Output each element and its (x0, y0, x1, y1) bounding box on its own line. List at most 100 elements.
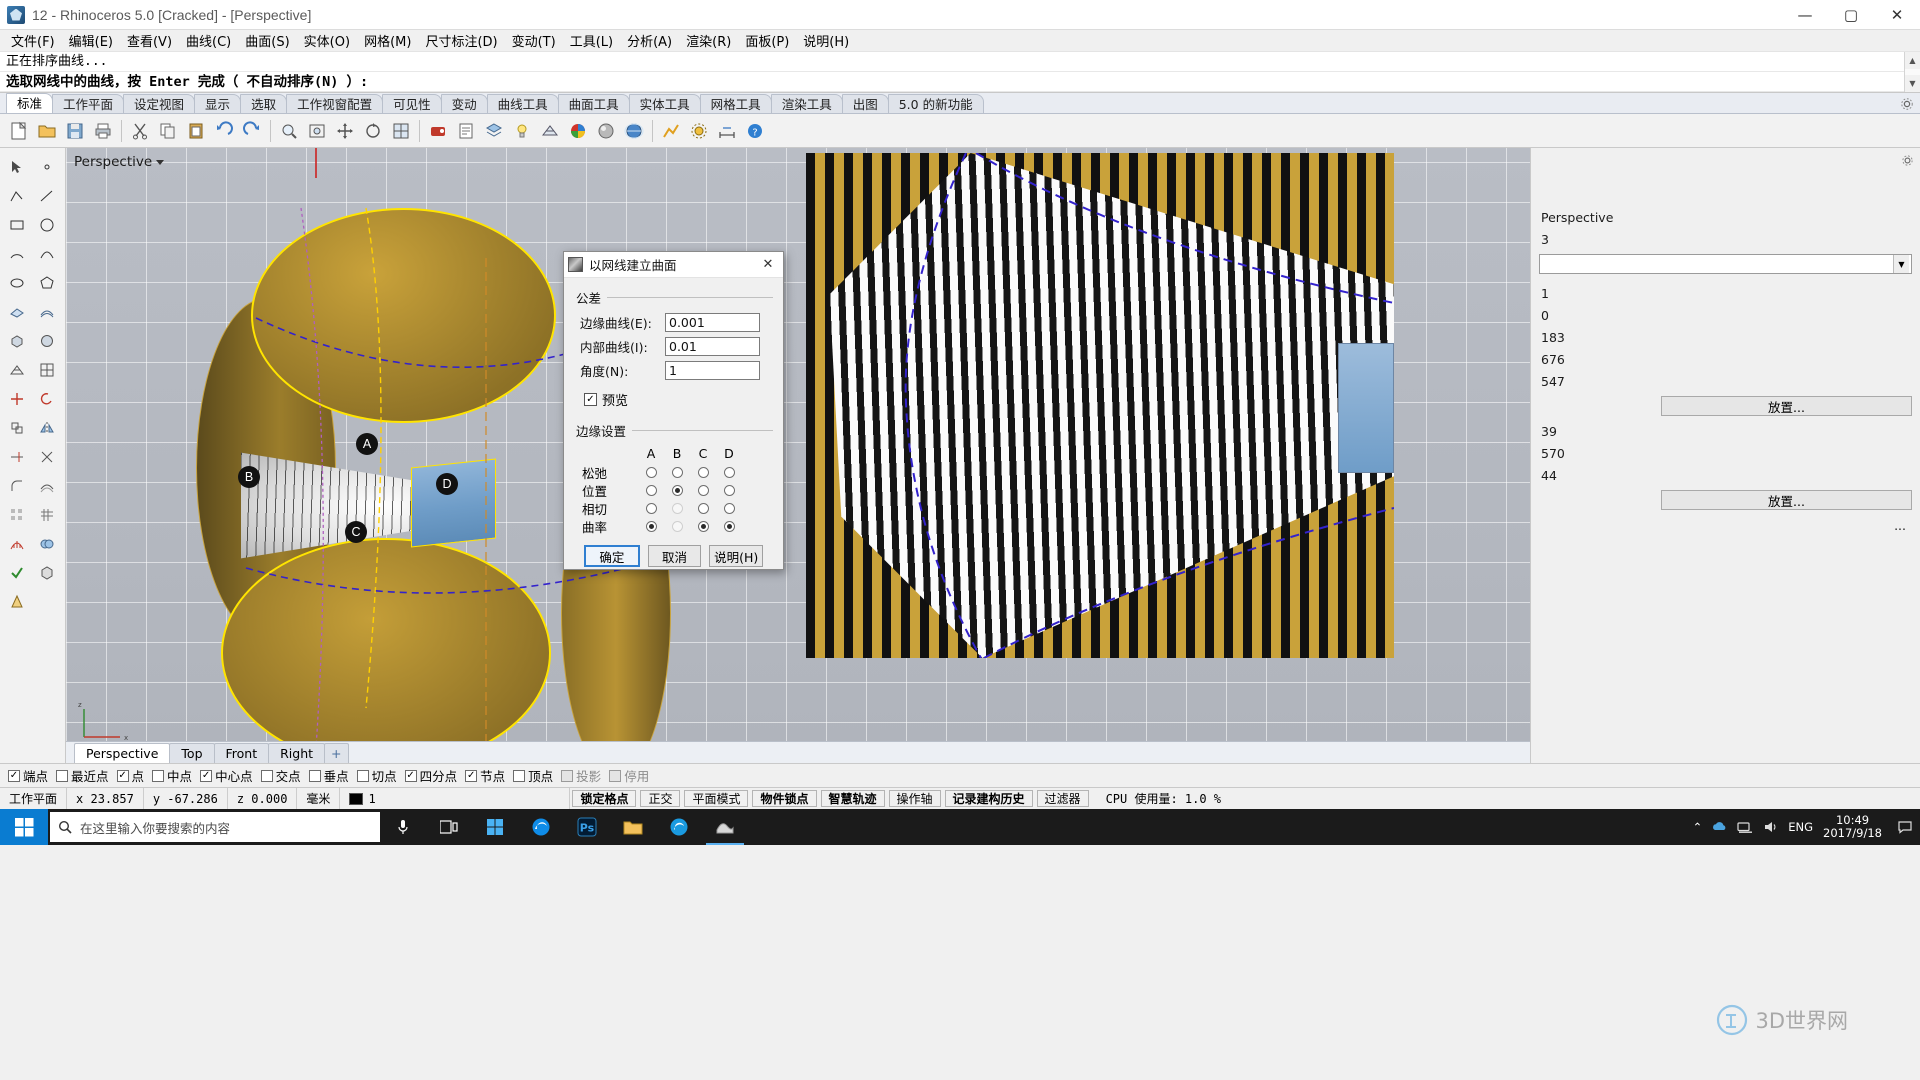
rotate-icon[interactable] (32, 384, 62, 413)
menu-dimension[interactable]: 尺寸标注(D) (418, 29, 504, 52)
rotate-view-icon[interactable] (360, 118, 386, 144)
tab-curve-tools[interactable]: 曲线工具 (486, 94, 559, 113)
offset-icon[interactable] (32, 471, 62, 500)
osnap-knot[interactable]: ✓ 节点 (465, 766, 505, 785)
render-preview-icon[interactable] (425, 118, 451, 144)
point-icon[interactable] (32, 152, 62, 181)
mirror-icon[interactable] (32, 413, 62, 442)
select-arrow-icon[interactable] (2, 152, 32, 181)
curve-icon[interactable] (32, 239, 62, 268)
checkbox-icon[interactable] (609, 769, 622, 782)
light-icon[interactable] (509, 118, 535, 144)
menu-tools[interactable]: 工具(L) (563, 29, 620, 52)
radio-curvature-b[interactable] (664, 520, 690, 532)
radio-loose-a[interactable] (638, 466, 664, 478)
tab-drafting[interactable]: 出图 (841, 94, 889, 113)
osnap-vertex[interactable]: 顶点 (513, 766, 553, 785)
radio-position-b[interactable] (664, 484, 690, 496)
status-units[interactable]: 毫米 (297, 788, 341, 809)
menu-file[interactable]: 文件(F) (4, 29, 62, 52)
viewport-tab-add[interactable]: + (324, 743, 349, 763)
analyze-curvature-icon[interactable] (2, 529, 32, 558)
transform-move-icon[interactable] (2, 384, 32, 413)
radio-tangency-a[interactable] (638, 502, 664, 514)
ellipse-icon[interactable] (2, 268, 32, 297)
osnap-project[interactable]: 投影 (561, 766, 601, 785)
osnap-tangent[interactable]: 切点 (356, 766, 397, 785)
radio-tangency-b[interactable] (664, 502, 690, 514)
checkbox-icon[interactable] (308, 769, 321, 782)
tab-display[interactable]: 显示 (194, 94, 242, 113)
box-icon[interactable] (2, 326, 32, 355)
pan-icon[interactable] (332, 118, 358, 144)
tab-set-view[interactable]: 设定视图 (123, 94, 196, 113)
new-file-icon[interactable] (6, 118, 32, 144)
status-toggle-grid-snap[interactable]: 锁定格点 (572, 790, 637, 807)
solid-extrude-icon[interactable] (32, 558, 62, 587)
viewport-tab-front[interactable]: Front (213, 743, 270, 763)
osnap-point[interactable]: ✓ 点 (116, 766, 144, 785)
folder-icon[interactable] (610, 809, 656, 845)
tab-transform[interactable]: 变动 (440, 94, 488, 113)
radio-loose-c[interactable] (690, 466, 716, 478)
checkbox-icon[interactable]: ✓ (116, 769, 129, 782)
surface-plane-icon[interactable] (2, 297, 32, 326)
chevron-down-icon[interactable]: ▼ (1893, 255, 1909, 273)
radio-position-c[interactable] (690, 484, 716, 496)
maximize-button[interactable]: ▢ (1828, 0, 1874, 30)
split-icon[interactable] (32, 442, 62, 471)
curve-marker-d[interactable]: D (436, 473, 458, 495)
osnap-quadrant[interactable]: ✓ 四分点 (404, 766, 457, 785)
mesh-tools-icon[interactable] (32, 355, 62, 384)
browser-icon[interactable] (656, 809, 702, 845)
ok-button[interactable]: 确定 (584, 545, 640, 567)
checkbox-icon[interactable] (152, 769, 165, 782)
undo-icon[interactable] (211, 118, 237, 144)
osnap-disable[interactable]: 停用 (609, 766, 649, 785)
cancel-button[interactable]: 取消 (647, 545, 702, 567)
status-toggle-ortho[interactable]: 正交 (640, 790, 681, 807)
taskbar-search-box[interactable]: 在这里输入你要搜索的内容 (50, 812, 380, 842)
viewport-tab-perspective[interactable]: Perspective (74, 743, 171, 763)
solid-bottom-ellipse[interactable] (221, 538, 551, 763)
input-language-indicator[interactable]: ENG (1788, 820, 1813, 834)
scroll-down-icon[interactable]: ▼ (1905, 75, 1920, 92)
zebra-analysis-overlay[interactable] (806, 153, 1394, 658)
menu-analyze[interactable]: 分析(A) (620, 29, 679, 52)
zoom-extents-icon[interactable] (304, 118, 330, 144)
status-toggle-planar[interactable]: 平面模式 (684, 790, 749, 807)
menu-mesh[interactable]: 网格(M) (357, 29, 418, 52)
settings-icon[interactable] (686, 118, 712, 144)
save-icon[interactable] (62, 118, 88, 144)
polygon-icon[interactable] (32, 268, 62, 297)
store-icon[interactable] (472, 809, 518, 845)
command-prompt-line[interactable]: 选取网线中的曲线，按 Enter 完成（ 不自动排序(N) ）: (0, 72, 1920, 92)
polyline-icon[interactable] (2, 181, 32, 210)
status-layer[interactable]: 1 (340, 788, 571, 809)
chevron-down-icon[interactable] (156, 160, 165, 165)
interior-curve-tolerance-input[interactable] (665, 337, 760, 356)
radio-curvature-a[interactable] (638, 520, 664, 532)
properties-icon[interactable] (453, 118, 479, 144)
radio-position-a[interactable] (638, 484, 664, 496)
checkbox-icon[interactable]: ✓ (404, 769, 417, 782)
radio-loose-b[interactable] (664, 466, 690, 478)
redo-icon[interactable] (239, 118, 265, 144)
menu-help[interactable]: 说明(H) (796, 29, 856, 52)
color-wheel-icon[interactable] (565, 118, 591, 144)
check-mark-icon[interactable] (2, 558, 32, 587)
panel-gear-icon[interactable] (1901, 154, 1914, 167)
checkbox-icon[interactable] (356, 769, 369, 782)
checkbox-icon[interactable]: ✓ (200, 769, 213, 782)
trim-icon[interactable] (2, 442, 32, 471)
tab-select[interactable]: 选取 (240, 94, 288, 113)
menu-edit[interactable]: 编辑(E) (62, 29, 120, 52)
open-file-icon[interactable] (34, 118, 60, 144)
curve-marker-a[interactable]: A (356, 433, 378, 455)
notifications-icon[interactable] (1898, 820, 1912, 834)
loft-icon[interactable] (32, 297, 62, 326)
status-toggle-gumball[interactable]: 操作轴 (888, 790, 941, 807)
zoom-window-icon[interactable] (276, 118, 302, 144)
edge-curve-tolerance-input[interactable] (665, 313, 760, 332)
copy-icon[interactable] (155, 118, 181, 144)
